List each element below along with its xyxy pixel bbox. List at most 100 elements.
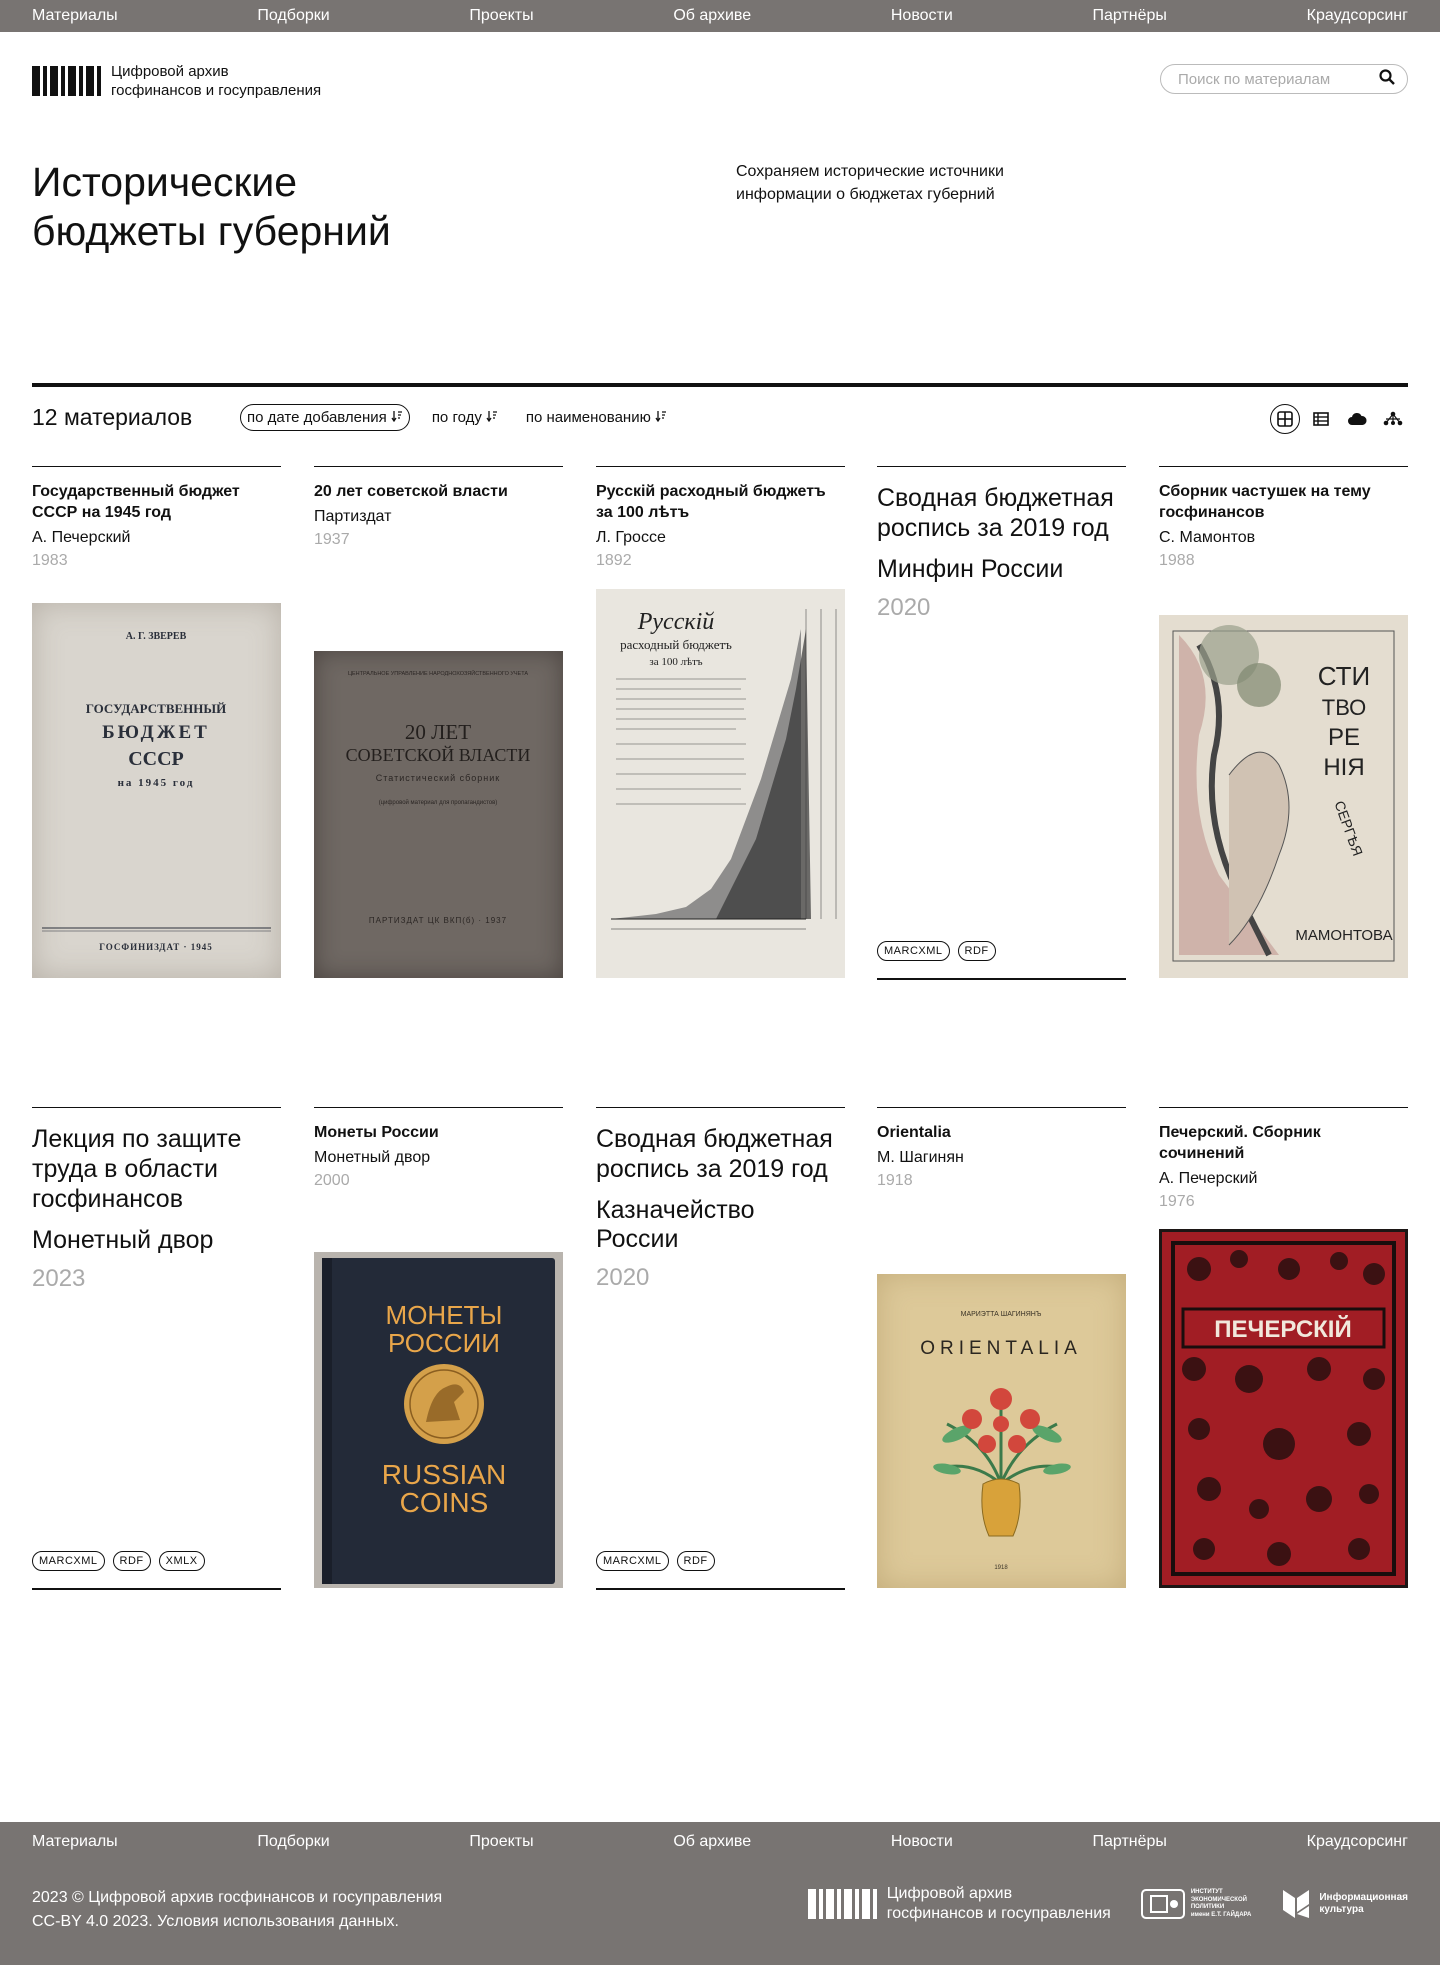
sort-by-year[interactable]: по году	[426, 405, 504, 430]
cover-text: БЮДЖЕТ	[102, 722, 210, 743]
book-cover[interactable]: Русскій расходный бюджетъ за 100 лѣтъ	[596, 589, 845, 978]
nav-item-news[interactable]: Новости	[891, 7, 953, 25]
tag-marcxml[interactable]: MARCXML	[877, 941, 950, 961]
material-title[interactable]: Русскій расходный бюджетъ за 100 лѣтъ	[596, 481, 845, 523]
nav-item-collections[interactable]: Подборки	[257, 7, 329, 25]
author-line: России	[596, 1225, 679, 1253]
material-card[interactable]: Лекция по защите труда в области госфина…	[32, 1107, 281, 1591]
material-author: Казначейство России	[596, 1196, 845, 1254]
material-title[interactable]: Печерский. Сборник сочинений	[1159, 1122, 1408, 1164]
material-card[interactable]: Русскій расходный бюджетъ за 100 лѣтъ Л.…	[596, 466, 845, 981]
partner-logo-gaidar[interactable]: ИНСТИТУТ ЭКОНОМИЧЕСКОЙ ПОЛИТИКИ имени Е.…	[1140, 1889, 1252, 1919]
sort-desc-icon	[486, 409, 498, 426]
nav-item-about[interactable]: Об архиве	[673, 7, 751, 25]
cover-text: (цифровой материал для пропагандистов)	[379, 799, 498, 806]
material-title[interactable]: Государственный бюджет СССР на 1945 год	[32, 481, 281, 523]
partner-line: ЭКОНОМИЧЕСКОЙ	[1190, 1896, 1247, 1903]
footer-logo-text: Цифровой архив госфинансов и госуправлен…	[887, 1884, 1111, 1924]
title-line: Лекция по защите	[32, 1125, 242, 1153]
card-bottom-line	[596, 1588, 845, 1590]
material-title[interactable]: Монеты России	[314, 1122, 563, 1143]
footer-site-logo[interactable]: Цифровой архив госфинансов и госуправлен…	[807, 1884, 1111, 1924]
tag-marcxml[interactable]: MARCXML	[596, 1551, 669, 1571]
footer-nav-item-crowdsourcing[interactable]: Краудсорсинг	[1307, 1833, 1408, 1851]
book-cover[interactable]: МОНЕТЫ РОССИИ RUSSIAN COINS	[314, 1252, 563, 1588]
license-link[interactable]: CC-BY 4.0 2023. Условия использования да…	[32, 1910, 442, 1934]
material-card[interactable]: Orientalia М. Шагинян 1918 МАРИЭТТА ШАГИ…	[877, 1107, 1126, 1591]
footer-logo-line-2: госфинансов и госуправления	[886, 1905, 1111, 1922]
book-cover[interactable]: МАРИЭТТА ШАГИНЯНЪ ORIENTALIA 1918	[877, 1274, 1126, 1588]
material-card[interactable]: Монеты России Монетный двор 2000 МОНЕТЫ …	[314, 1107, 563, 1591]
cover-text: СЕРГѢЯ	[1331, 799, 1366, 858]
material-title[interactable]: Orientalia	[877, 1122, 1126, 1143]
material-title[interactable]: 20 лет советской власти	[314, 481, 563, 502]
logo-line-2: госфинансов и госуправления	[111, 82, 322, 99]
search-input[interactable]	[1176, 69, 1379, 89]
footer-logos: Цифровой архив госфинансов и госуправлен…	[807, 1884, 1408, 1924]
footer-nav-item-collections[interactable]: Подборки	[257, 1833, 329, 1851]
material-year: 1937	[314, 531, 350, 548]
footer-logo-line-1: Цифровой архив	[886, 1885, 1013, 1902]
material-title[interactable]: Сводная бюджетная роспись за 2019 год	[877, 483, 1126, 543]
material-card[interactable]: Государственный бюджет СССР на 1945 год …	[32, 466, 281, 981]
tag-rdf[interactable]: RDF	[957, 941, 996, 961]
footer-nav-item-news[interactable]: Новости	[891, 1833, 953, 1851]
tag-marcxml[interactable]: MARCXML	[32, 1551, 105, 1571]
cover-art: ПЕЧЕРСКІЙ	[1162, 1232, 1405, 1585]
cover-text: РЕ	[1328, 724, 1360, 751]
graph-view-icon[interactable]	[1378, 404, 1408, 434]
format-tags: MARCXML RDF	[877, 941, 996, 961]
footer-nav-item-projects[interactable]: Проекты	[469, 1833, 533, 1851]
title-line: Сводная бюджетная	[877, 484, 1114, 512]
sort-by-name[interactable]: по наименованию	[520, 405, 673, 430]
nav-item-crowdsourcing[interactable]: Краудсорсинг	[1307, 7, 1408, 25]
grid-view-icon[interactable]	[1270, 404, 1300, 434]
book-cover[interactable]: СТИ ТВО РЕ НІЯ СЕРГѢЯ МАМОНТОВА	[1159, 615, 1408, 978]
nav-item-projects[interactable]: Проекты	[469, 7, 533, 25]
sort-by-date-added[interactable]: по дате добавления	[240, 404, 410, 431]
nav-item-materials[interactable]: Материалы	[32, 7, 118, 25]
partner-line: имени Е.Т. ГАЙДАРА	[1190, 1911, 1252, 1918]
material-year: 1976	[1159, 1193, 1195, 1210]
card-bottom-line	[877, 978, 1126, 980]
title-line: Сборник частушек на тему	[1159, 483, 1371, 500]
cover-text: РОССИИ	[388, 1328, 500, 1358]
cover-text: А. Г. ЗВЕРЕВ	[126, 631, 187, 642]
material-author: Л. Гроссе	[596, 529, 666, 546]
footer-nav-item-partners[interactable]: Партнёры	[1093, 1833, 1167, 1851]
nav-item-partners[interactable]: Партнёры	[1093, 7, 1167, 25]
tag-rdf[interactable]: RDF	[676, 1551, 715, 1571]
footer-nav-item-about[interactable]: Об архиве	[673, 1833, 751, 1851]
cover-text: за 100 лѣтъ	[649, 656, 702, 668]
format-tags: MARCXML RDF XMLX	[32, 1551, 205, 1571]
material-title[interactable]: Сборник частушек на тему госфинансов	[1159, 481, 1408, 523]
partner-logo-infoculture[interactable]: Информационная культура	[1281, 1888, 1408, 1920]
cover-art: Русскій расходный бюджетъ за 100 лѣтъ	[611, 609, 837, 930]
material-title[interactable]: Лекция по защите труда в области госфина…	[32, 1124, 281, 1214]
material-author: А. Печерский	[32, 529, 131, 546]
list-view-icon[interactable]	[1306, 404, 1336, 434]
book-cover[interactable]: ЦЕНТРАЛЬНОЕ УПРАВЛЕНИЕ НАРОДНОХОЗЯЙСТВЕН…	[314, 651, 563, 978]
cover-text: расходный бюджетъ	[620, 637, 732, 652]
material-card[interactable]: Сборник частушек на тему госфинансов С. …	[1159, 466, 1408, 981]
material-year: 2020	[596, 1264, 650, 1291]
partner-line: культура	[1319, 1904, 1364, 1915]
tag-rdf[interactable]: RDF	[112, 1551, 151, 1571]
book-cover[interactable]: А. Г. ЗВЕРЕВ ГОСУДАРСТВЕННЫЙ БЮДЖЕТ СССР…	[32, 603, 281, 978]
card-bottom-line	[32, 1588, 281, 1590]
title-line: 20 лет советской власти	[314, 483, 508, 500]
tag-xmlx[interactable]: XMLX	[158, 1551, 205, 1571]
site-logo[interactable]: Цифровой архив госфинансов и госуправлен…	[32, 62, 321, 100]
material-author: Минфин России	[877, 555, 1064, 583]
cloud-view-icon[interactable]	[1342, 404, 1372, 434]
footer-copyright: 2023 © Цифровой архив госфинансов и госу…	[32, 1886, 442, 1934]
footer-nav-item-materials[interactable]: Материалы	[32, 1833, 118, 1851]
material-card[interactable]: Сводная бюджетная роспись за 2019 год Ка…	[596, 1107, 845, 1591]
material-card[interactable]: Сводная бюджетная роспись за 2019 год Ми…	[877, 466, 1126, 981]
book-cover[interactable]: ПЕЧЕРСКІЙ	[1159, 1229, 1408, 1588]
material-title[interactable]: Сводная бюджетная роспись за 2019 год	[596, 1124, 845, 1184]
page-title-line-2: бюджеты губерний	[32, 208, 391, 254]
material-card[interactable]: Печерский. Сборник сочинений А. Печерски…	[1159, 1107, 1408, 1591]
search-icon[interactable]	[1379, 68, 1395, 90]
material-card[interactable]: 20 лет советской власти Партиздат 1937 Ц…	[314, 466, 563, 981]
